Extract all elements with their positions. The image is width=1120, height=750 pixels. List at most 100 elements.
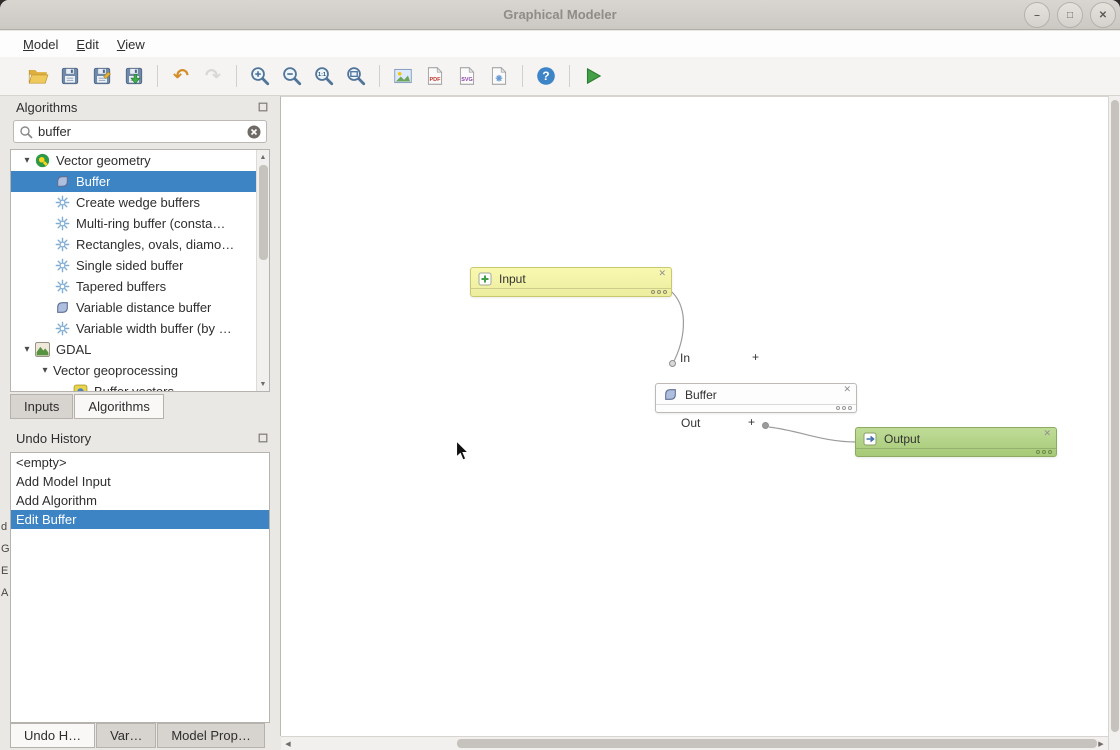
tree-item-variable-distance-buffer[interactable]: Variable distance buffer bbox=[11, 297, 256, 318]
undo-panel-float-icon[interactable] bbox=[257, 432, 269, 444]
algorithms-panel-float-icon[interactable] bbox=[257, 101, 269, 113]
undo-item-add-model-input[interactable]: Add Model Input bbox=[11, 472, 269, 491]
export-image-button[interactable] bbox=[387, 61, 419, 91]
open-model-button[interactable] bbox=[22, 61, 54, 91]
h-scrollbar-thumb[interactable] bbox=[457, 739, 1097, 748]
run-model-button[interactable] bbox=[577, 61, 609, 91]
folder-open-icon bbox=[27, 65, 49, 87]
algorithms-panel-title: Algorithms bbox=[16, 100, 77, 115]
help-button[interactable]: ? bbox=[530, 61, 562, 91]
output-node-dots-icon[interactable] bbox=[1036, 450, 1052, 454]
undo-item-edit-buffer[interactable]: Edit Buffer bbox=[11, 510, 269, 529]
tree-scrollbar[interactable]: ▲ ▼ bbox=[256, 150, 269, 391]
menu-model[interactable]: Model bbox=[14, 34, 67, 55]
tree-item-label: Buffer bbox=[76, 174, 110, 189]
tab-var[interactable]: Var… bbox=[96, 723, 156, 748]
save-model-button[interactable] bbox=[54, 61, 86, 91]
algorithms-dock-tabs: InputsAlgorithms bbox=[10, 394, 164, 419]
model-input-icon bbox=[478, 272, 492, 286]
zoom-in-button[interactable] bbox=[244, 61, 276, 91]
menu-edit[interactable]: Edit bbox=[67, 34, 107, 55]
tab-undo-h[interactable]: Undo H… bbox=[10, 723, 95, 748]
buffer-node-label: Buffer bbox=[685, 388, 717, 402]
bottom-dock-tabs: Undo H…Var…Model Prop… bbox=[10, 723, 265, 748]
buffer-icon bbox=[55, 300, 70, 315]
zoom-full-button[interactable] bbox=[340, 61, 372, 91]
tree-item-label: Create wedge buffers bbox=[76, 195, 200, 210]
titlebar[interactable]: Graphical Modeler –□✕ bbox=[0, 0, 1120, 30]
scroll-right-icon[interactable]: ▶ bbox=[1095, 737, 1107, 750]
v-scrollbar-thumb[interactable] bbox=[1111, 100, 1119, 732]
undo-item-add-algorithm[interactable]: Add Algorithm bbox=[11, 491, 269, 510]
export-svg-button[interactable]: SVG bbox=[451, 61, 483, 91]
menu-view[interactable]: View bbox=[108, 34, 154, 55]
tree-item-label: Rectangles, ovals, diamo… bbox=[76, 237, 234, 252]
buffer-add-out-socket[interactable]: + bbox=[748, 415, 755, 429]
export-python-button[interactable] bbox=[483, 61, 515, 91]
toolbar-separator bbox=[157, 65, 158, 87]
buffer-add-in-socket[interactable]: + bbox=[752, 350, 759, 364]
window-controls: –□ ✕ bbox=[1024, 2, 1116, 28]
undo-history-list: <empty>Add Model InputAdd AlgorithmEdit … bbox=[10, 452, 270, 723]
zoom-out-button[interactable] bbox=[276, 61, 308, 91]
tree-item-label: GDAL bbox=[56, 342, 91, 357]
undo-panel-title: Undo History bbox=[16, 431, 91, 446]
chevron-down-icon[interactable]: ▾ bbox=[19, 155, 35, 166]
tree-item-multi-ring-buffer-consta[interactable]: Multi-ring buffer (consta… bbox=[11, 213, 256, 234]
buffer-in-socket[interactable] bbox=[669, 360, 676, 367]
chevron-down-icon[interactable]: ▾ bbox=[19, 344, 35, 355]
redo-button[interactable]: ↷ bbox=[197, 61, 229, 91]
gdal-icon bbox=[35, 342, 50, 357]
export-pdf-button[interactable]: PDF bbox=[419, 61, 451, 91]
buffer-node-close-icon[interactable]: ✕ bbox=[843, 385, 851, 394]
output-node-close-icon[interactable]: ✕ bbox=[1043, 429, 1051, 438]
save-model-as-button[interactable] bbox=[86, 61, 118, 91]
input-node[interactable]: Input ✕ bbox=[470, 267, 672, 297]
tab-model-prop[interactable]: Model Prop… bbox=[157, 723, 264, 748]
canvas-horizontal-scrollbar[interactable]: ◀ ▶ bbox=[281, 736, 1108, 750]
model-canvas[interactable]: Input ✕ In + Buffer ✕ Out + Output ✕ bbox=[280, 96, 1110, 736]
close-button[interactable]: ✕ bbox=[1090, 2, 1116, 28]
scroll-left-icon[interactable]: ◀ bbox=[282, 737, 294, 750]
tree-item-label: Buffer vectors bbox=[94, 384, 174, 391]
buffer-node-icon bbox=[663, 387, 678, 402]
output-node[interactable]: Output ✕ bbox=[855, 427, 1057, 457]
toolbar: ↶↷ 1:1 PDFSVG? bbox=[0, 57, 1120, 96]
tree-item-single-sided-buffer[interactable]: Single sided buffer bbox=[11, 255, 256, 276]
run-icon bbox=[582, 65, 604, 87]
toolbar-separator bbox=[379, 65, 380, 87]
tree-scrollbar-thumb[interactable] bbox=[259, 165, 268, 260]
tab-algorithms[interactable]: Algorithms bbox=[74, 394, 163, 419]
scroll-down-icon[interactable]: ▼ bbox=[257, 378, 269, 390]
maximize-button[interactable]: □ bbox=[1057, 2, 1083, 28]
tree-item-create-wedge-buffers[interactable]: Create wedge buffers bbox=[11, 192, 256, 213]
clear-search-icon[interactable] bbox=[247, 125, 261, 139]
tree-item-rectangles-ovals-diamo[interactable]: Rectangles, ovals, diamo… bbox=[11, 234, 256, 255]
zoom-in-icon bbox=[249, 65, 271, 87]
tree-item-gdal[interactable]: ▾ GDAL bbox=[11, 339, 256, 360]
tree-item-vector-geoprocessing[interactable]: ▾Vector geoprocessing bbox=[11, 360, 256, 381]
buffer-out-socket[interactable] bbox=[762, 422, 769, 429]
tree-item-variable-width-buffer-by[interactable]: Variable width buffer (by … bbox=[11, 318, 256, 339]
input-node-close-icon[interactable]: ✕ bbox=[658, 269, 666, 278]
undo-item-empty[interactable]: <empty> bbox=[11, 453, 269, 472]
tree-item-vector-geometry[interactable]: ▾Vector geometry bbox=[11, 150, 256, 171]
canvas-vertical-scrollbar[interactable] bbox=[1108, 96, 1120, 750]
buffer-node[interactable]: Buffer ✕ bbox=[655, 383, 857, 413]
minimize-button[interactable]: – bbox=[1024, 2, 1050, 28]
search-input[interactable] bbox=[38, 124, 242, 139]
chevron-down-icon[interactable]: ▾ bbox=[37, 365, 53, 376]
save-model-in-project-button[interactable] bbox=[118, 61, 150, 91]
scroll-up-icon[interactable]: ▲ bbox=[257, 151, 269, 163]
input-node-dots-icon[interactable] bbox=[651, 290, 667, 294]
algorithm-icon bbox=[55, 279, 70, 294]
tab-inputs[interactable]: Inputs bbox=[10, 394, 73, 419]
undo-button[interactable]: ↶ bbox=[165, 61, 197, 91]
background-window-text: d bbox=[1, 521, 7, 533]
tree-item-tapered-buffers[interactable]: Tapered buffers bbox=[11, 276, 256, 297]
zoom-actual-button[interactable]: 1:1 bbox=[308, 61, 340, 91]
tree-item-label: Vector geoprocessing bbox=[53, 363, 178, 378]
tree-item-buffer[interactable]: Buffer bbox=[11, 171, 256, 192]
tree-item-buffer-vectors[interactable]: Buffer vectors bbox=[11, 381, 256, 391]
buffer-node-dots-icon[interactable] bbox=[836, 406, 852, 410]
